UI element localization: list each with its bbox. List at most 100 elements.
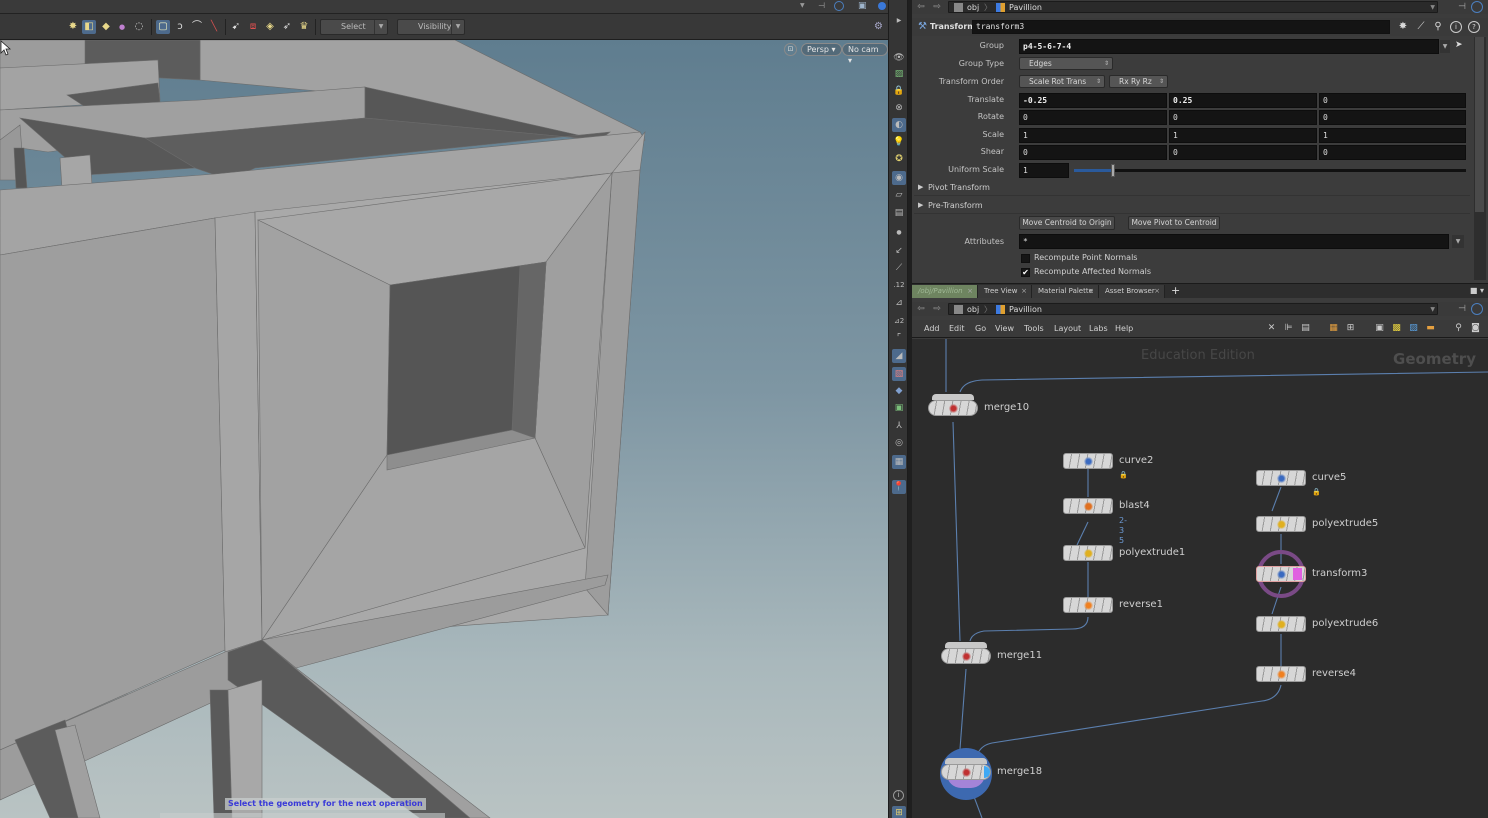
- node-body[interactable]: [1256, 470, 1306, 486]
- close-icon[interactable]: ×: [967, 285, 973, 298]
- menu-edit[interactable]: Edit: [949, 323, 965, 335]
- select-grouped-icon[interactable]: ⧈: [246, 20, 260, 34]
- translate-x-input[interactable]: -0.25: [1019, 93, 1167, 108]
- select-breakpoints-icon[interactable]: ◌: [132, 20, 146, 34]
- tab-network-pavillion[interactable]: /obj/Pavillion ×: [912, 285, 978, 298]
- camera-menu-button[interactable]: Persp ▾: [801, 43, 842, 56]
- pin-icon[interactable]: ⊣: [1458, 303, 1466, 315]
- ghost-other-objects-icon[interactable]: ▨: [892, 67, 906, 81]
- shading-mode-icon[interactable]: ◐: [892, 118, 906, 132]
- pin-icon[interactable]: ⊣: [1458, 1, 1466, 13]
- attributes-menu-chevron-icon[interactable]: ▼: [1452, 235, 1464, 248]
- translate-y-input[interactable]: 0.25: [1169, 93, 1317, 108]
- background-icon[interactable]: ▱: [892, 188, 906, 202]
- add-tab-icon[interactable]: +: [1171, 284, 1180, 298]
- close-icon[interactable]: ×: [1088, 285, 1094, 298]
- network-path-field[interactable]: obj 〉 Pavillion ▼: [948, 303, 1438, 315]
- scale-z-input[interactable]: 1: [1319, 128, 1466, 143]
- brush-select-icon[interactable]: ⌒: [190, 20, 204, 34]
- info-icon[interactable]: i: [1450, 21, 1462, 33]
- menu-add[interactable]: Add: [924, 323, 940, 335]
- recompute-point-normals-checkbox[interactable]: [1021, 254, 1030, 263]
- select-primitives-icon[interactable]: ◧: [82, 20, 96, 34]
- tab-asset-browser[interactable]: Asset Browser ×: [1099, 285, 1165, 298]
- safe-area-icon[interactable]: ◎: [892, 436, 906, 450]
- point-numbers-icon[interactable]: .12: [892, 278, 906, 292]
- shelf-icon[interactable]: ▬: [1425, 323, 1436, 334]
- brush-icon[interactable]: ⟋: [1415, 21, 1427, 33]
- node-body[interactable]: [1063, 545, 1113, 561]
- primitive-numbers-icon[interactable]: ⊿2: [892, 314, 906, 328]
- select-points-icon[interactable]: ✸: [66, 20, 80, 34]
- chevron-down-icon[interactable]: ▼: [1430, 304, 1435, 315]
- breadcrumb-pavillion[interactable]: Pavillion: [1009, 304, 1042, 315]
- pivot-transform-folder[interactable]: ▶ Pivot Transform: [914, 180, 1470, 196]
- group-menu-chevron-icon[interactable]: ▼: [1440, 40, 1450, 53]
- template-flag[interactable]: [1293, 568, 1302, 580]
- camera-lock-icon[interactable]: ⊡: [784, 43, 797, 56]
- camera-select-button[interactable]: No cam ▾: [842, 43, 888, 65]
- tree-layout-icon[interactable]: ⊫: [1283, 323, 1294, 334]
- network-box-icon[interactable]: ▣: [1374, 323, 1385, 334]
- breadcrumb-obj[interactable]: obj: [967, 2, 979, 13]
- group-type-menu[interactable]: Edges ⇕: [1019, 57, 1113, 70]
- tab-material-palette[interactable]: Material Palette ×: [1032, 285, 1099, 298]
- close-icon[interactable]: ×: [1154, 285, 1160, 298]
- camera-view-icon[interactable]: ▦: [892, 455, 906, 469]
- light-linking-icon[interactable]: ✪: [892, 152, 906, 166]
- template-icon[interactable]: ◆: [892, 384, 906, 398]
- toolbar-expand-icon[interactable]: ▶: [892, 14, 906, 28]
- pin-icon[interactable]: ⊣: [818, 1, 825, 10]
- node-body[interactable]: [1256, 566, 1306, 582]
- display-options-icon[interactable]: ▣: [858, 1, 867, 11]
- display-flag[interactable]: [984, 766, 990, 778]
- shear-x-input[interactable]: 0: [1019, 145, 1167, 160]
- guides-icon[interactable]: ▣: [892, 401, 906, 415]
- gear-icon[interactable]: ✸: [1397, 21, 1409, 33]
- display-points-icon[interactable]: ●: [892, 226, 906, 240]
- select-connected-icon[interactable]: ♛: [297, 20, 311, 34]
- menu-help[interactable]: Help: [1115, 323, 1133, 335]
- menu-layout[interactable]: Layout: [1054, 323, 1081, 335]
- viewport-display-icon[interactable]: ⚙: [874, 21, 883, 32]
- sticky-note-icon[interactable]: ▩: [1391, 323, 1402, 334]
- pre-transform-folder[interactable]: ▶ Pre-Transform: [914, 198, 1470, 214]
- point-normals-icon[interactable]: ↙: [892, 244, 906, 258]
- node-body[interactable]: [928, 400, 978, 416]
- select-edges-icon[interactable]: ◆: [99, 20, 113, 34]
- translate-z-input[interactable]: 0: [1319, 93, 1466, 108]
- display-geometry-icon[interactable]: ◉: [892, 171, 906, 185]
- breadcrumb-pavillion[interactable]: Pavillion: [1009, 2, 1042, 13]
- node-body[interactable]: [941, 648, 991, 664]
- scrollbar-thumb[interactable]: [1475, 37, 1484, 212]
- lock-camera-icon[interactable]: 🔒: [892, 84, 906, 98]
- background-image-icon[interactable]: ▨: [1408, 323, 1419, 334]
- recompute-affected-normals-checkbox[interactable]: ✔: [1021, 268, 1030, 277]
- grid-icon[interactable]: ⊞: [1345, 323, 1356, 334]
- pane-menu-icon[interactable]: ■ ▾: [1470, 286, 1484, 295]
- rotate-y-input[interactable]: 0: [1169, 110, 1317, 125]
- node-body[interactable]: [1063, 498, 1113, 514]
- move-pivot-to-centroid-button[interactable]: Move Pivot to Centroid: [1128, 216, 1220, 230]
- hulls-icon[interactable]: ⌜: [892, 331, 906, 345]
- rotate-x-input[interactable]: 0: [1019, 110, 1167, 125]
- list-icon[interactable]: ▤: [1300, 323, 1311, 334]
- color-palette-icon[interactable]: ▦: [1328, 323, 1339, 334]
- attributes-input[interactable]: *: [1019, 234, 1449, 249]
- node-body[interactable]: [1063, 597, 1113, 613]
- chevron-down-icon[interactable]: ▼: [1430, 2, 1435, 13]
- node-body[interactable]: [1063, 453, 1113, 469]
- link-icon[interactable]: [1471, 303, 1483, 315]
- tools-icon[interactable]: ✕: [1266, 323, 1277, 334]
- axis-icon[interactable]: ⅄: [892, 419, 906, 433]
- select-mode-dropdown[interactable]: Select ▼: [320, 19, 388, 35]
- view-eye-icon[interactable]: 👁: [892, 51, 906, 65]
- menu-go[interactable]: Go: [975, 323, 986, 335]
- node-body[interactable]: [1256, 516, 1306, 532]
- menu-tools[interactable]: Tools: [1024, 323, 1044, 335]
- parameter-scrollbar[interactable]: [1474, 37, 1486, 280]
- select-vertices-icon[interactable]: ●: [115, 20, 129, 34]
- transform-order-menu[interactable]: Scale Rot Trans ⇕: [1019, 75, 1105, 88]
- help-icon[interactable]: ?: [1468, 21, 1480, 33]
- uniform-scale-slider-handle[interactable]: [1111, 164, 1116, 177]
